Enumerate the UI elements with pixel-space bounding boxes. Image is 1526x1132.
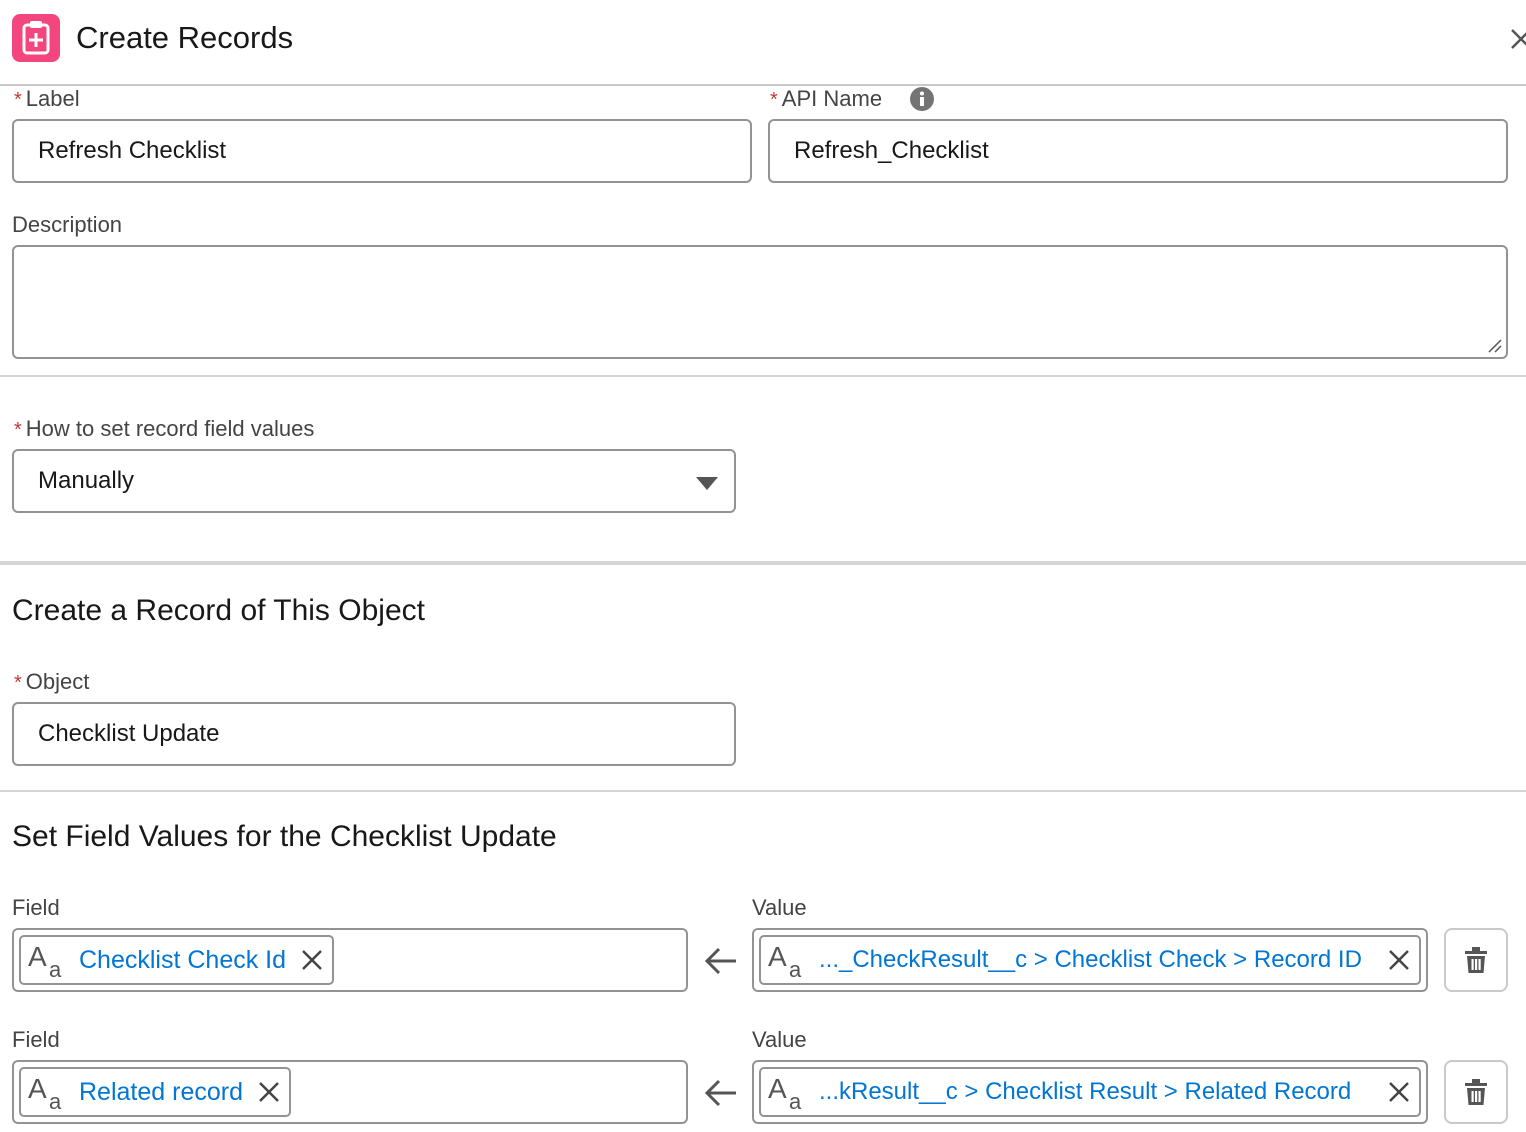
required-marker: *	[14, 89, 22, 111]
description-textarea[interactable]	[12, 245, 1508, 359]
label-input-value: Refresh Checklist	[38, 137, 227, 164]
how-to-set-select-value: Manually	[38, 467, 135, 494]
svg-text:A: A	[768, 941, 787, 972]
svg-text:A: A	[768, 1073, 787, 1104]
field-pill[interactable]: A a Checklist Check Id	[19, 935, 335, 985]
modal-header: Create Records	[0, 0, 1526, 86]
field-pill-label: Related record	[79, 1077, 243, 1106]
field-input[interactable]: A a Checklist Check Id	[12, 928, 688, 992]
field-pill-label: Checklist Check Id	[79, 945, 287, 974]
trash-icon	[1465, 947, 1487, 973]
api-name-field-label-text: API Name	[781, 86, 883, 111]
label-input[interactable]: Refresh Checklist	[12, 119, 752, 183]
trash-icon	[1465, 1079, 1487, 1105]
arrow-left-icon	[704, 1079, 736, 1107]
text-type-icon: A a	[768, 1073, 802, 1112]
field-label: Field	[12, 1027, 60, 1052]
svg-text:a: a	[789, 1089, 802, 1112]
label-field-label: * Label	[14, 86, 80, 112]
svg-text:a: a	[49, 957, 62, 980]
how-to-set-field-label: * How to set record field values	[14, 416, 314, 442]
how-to-set-select[interactable]: Manually	[12, 449, 736, 513]
label-field-label-text: Label	[25, 86, 80, 111]
api-name-field-label: * API Name	[770, 86, 882, 112]
required-marker: *	[14, 672, 22, 694]
required-marker: *	[770, 89, 778, 111]
resize-handle-icon[interactable]	[1486, 337, 1502, 353]
arrow-left-icon	[704, 947, 736, 975]
value-pill[interactable]: A a ..._CheckResult__c > Checklist Check…	[759, 935, 1421, 985]
required-marker: *	[14, 419, 22, 441]
delete-row-button[interactable]	[1444, 1060, 1508, 1124]
text-type-icon: A a	[768, 941, 802, 980]
remove-icon[interactable]	[300, 948, 324, 972]
value-input[interactable]: A a ..._CheckResult__c > Checklist Check…	[752, 928, 1428, 992]
api-name-input[interactable]: Refresh_Checklist	[768, 119, 1508, 183]
svg-text:A: A	[28, 941, 47, 972]
value-input[interactable]: A a ...kResult__c > Checklist Result > R…	[752, 1060, 1428, 1124]
section-divider	[0, 561, 1526, 565]
close-icon[interactable]	[1506, 24, 1526, 54]
remove-icon[interactable]	[257, 1080, 281, 1104]
value-pill-label: ..._CheckResult__c > Checklist Check > R…	[819, 946, 1362, 973]
field-label: Field	[12, 895, 60, 920]
svg-text:a: a	[49, 1089, 62, 1112]
remove-icon[interactable]	[1387, 1080, 1411, 1104]
description-field-label: Description	[12, 212, 123, 237]
create-record-icon	[12, 14, 60, 62]
object-section-title: Create a Record of This Object	[12, 594, 425, 627]
chevron-down-icon	[696, 477, 718, 490]
value-pill-label: ...kResult__c > Checklist Result > Relat…	[819, 1078, 1352, 1105]
svg-text:A: A	[28, 1073, 47, 1104]
value-pill[interactable]: A a ...kResult__c > Checklist Result > R…	[759, 1067, 1421, 1117]
object-input-value: Checklist Update	[38, 720, 220, 747]
field-pill[interactable]: A a Related record	[19, 1067, 291, 1117]
remove-icon[interactable]	[1387, 948, 1411, 972]
svg-text:a: a	[789, 957, 802, 980]
text-type-icon: A a	[28, 941, 62, 980]
how-to-set-field-label-text: How to set record field values	[25, 416, 315, 441]
object-field-label: * Object	[14, 669, 89, 695]
object-field-label-text: Object	[25, 669, 90, 694]
divider	[0, 790, 1526, 792]
value-label: Value	[752, 1027, 807, 1052]
field-values-section-title: Set Field Values for the Checklist Updat…	[12, 820, 557, 853]
value-label: Value	[752, 895, 807, 920]
modal-title: Create Records	[76, 20, 294, 55]
api-name-input-value: Refresh_Checklist	[794, 137, 989, 164]
info-icon[interactable]	[909, 86, 935, 112]
delete-row-button[interactable]	[1444, 928, 1508, 992]
object-input[interactable]: Checklist Update	[12, 702, 736, 766]
field-input[interactable]: A a Related record	[12, 1060, 688, 1124]
divider	[0, 375, 1526, 377]
text-type-icon: A a	[28, 1073, 62, 1112]
